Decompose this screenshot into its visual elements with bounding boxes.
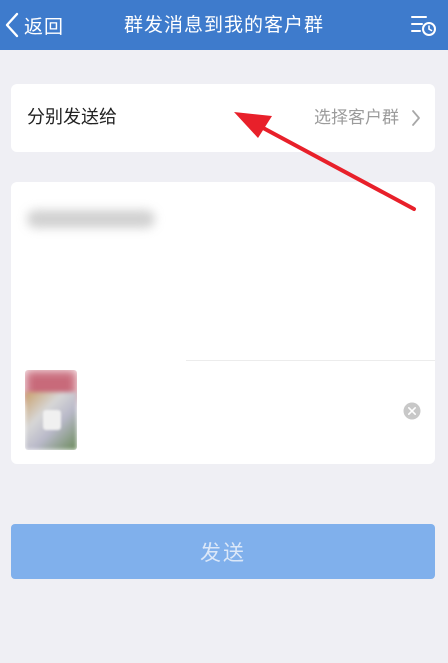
message-divider (186, 360, 435, 361)
send-button[interactable]: 发送 (11, 524, 435, 579)
list-clock-icon (411, 16, 436, 36)
close-circle-icon[interactable] (403, 402, 421, 420)
history-menu-button[interactable] (410, 13, 436, 37)
recipient-label: 分别发送给 (27, 107, 117, 128)
chevron-right-icon (412, 110, 420, 126)
recipient-selector[interactable]: 分别发送给 选择客户群 (11, 84, 435, 152)
message-text-area[interactable] (11, 182, 435, 360)
blurred-message-text (27, 210, 155, 228)
page-title: 群发消息到我的客户群 (123, 14, 324, 36)
attachment-thumbnail[interactable] (25, 370, 77, 450)
message-card (11, 182, 435, 464)
choose-group-link[interactable]: 选择客户群 (314, 84, 399, 152)
thumbnail-blur-center (43, 410, 61, 430)
nav-bar: 返回 群发消息到我的客户群 (0, 0, 448, 50)
